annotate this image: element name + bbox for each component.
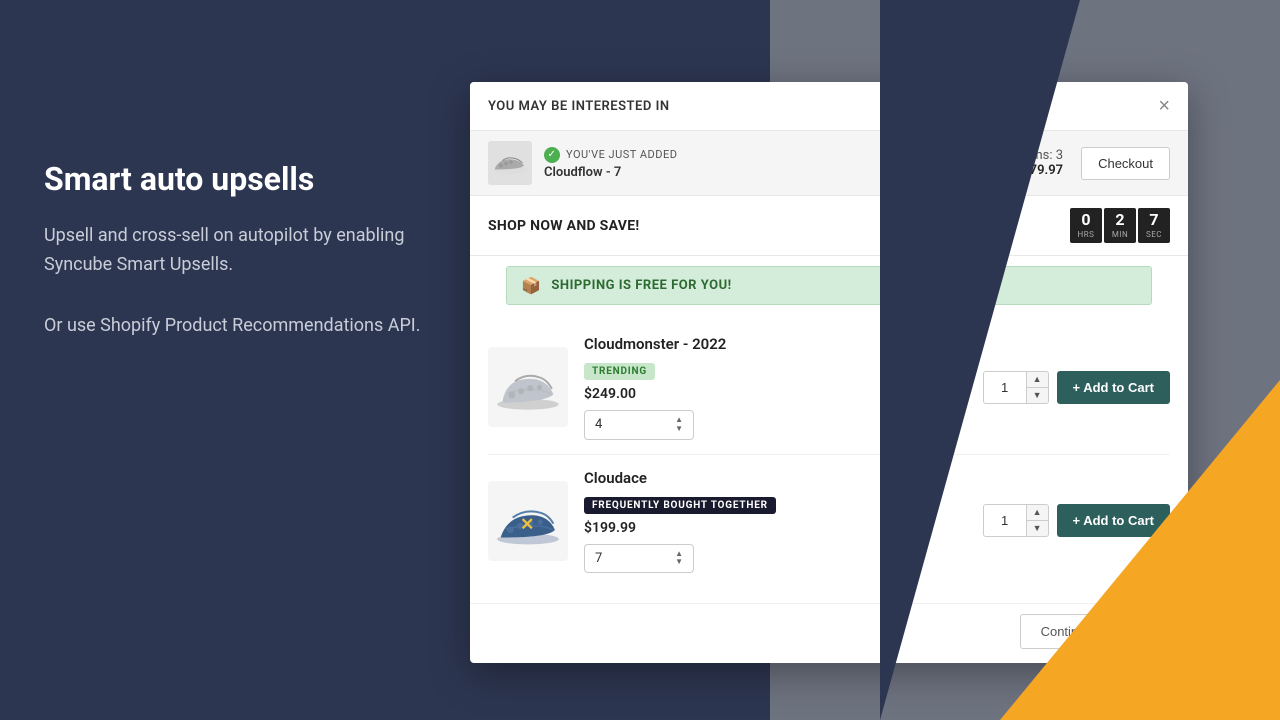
shipping-banner-wrapper: 📦 SHIPPING IS FREE FOR YOU! xyxy=(470,256,1188,311)
product-1-badge: TRENDING xyxy=(584,363,655,380)
product-2-shoe-icon xyxy=(492,496,564,546)
left-paragraph-2: Or use Shopify Product Recommendations A… xyxy=(44,312,424,341)
bg-yellow-triangle xyxy=(1000,380,1280,720)
minutes-label: MIN xyxy=(1112,230,1128,239)
hours-label: HRS xyxy=(1078,230,1095,239)
product-2-size-value: 7 xyxy=(595,551,602,566)
shipping-text: SHIPPING IS FREE FOR YOU! xyxy=(551,278,731,293)
cart-bar-left: ✓ YOU'VE JUST ADDED Cloudflow - 7 xyxy=(488,141,677,185)
left-paragraph-1: Upsell and cross-sell on autopilot by en… xyxy=(44,222,424,280)
size-select-arrows: ▲ ▼ xyxy=(675,416,683,434)
product-2-image xyxy=(488,481,568,561)
countdown-timer: 0 HRS 2 MIN 7 SEC xyxy=(1070,208,1170,243)
shop-now-text: SHOP NOW AND SAVE! xyxy=(488,218,639,234)
product-1-image xyxy=(488,347,568,427)
countdown-seconds: 7 SEC xyxy=(1138,208,1170,243)
product-2-size-select[interactable]: 7 ▲ ▼ xyxy=(584,544,694,574)
close-button[interactable]: × xyxy=(1158,96,1170,116)
product-1-size-value: 4 xyxy=(595,417,602,432)
modal-title: YOU MAY BE INTERESTED IN xyxy=(488,99,670,114)
check-icon: ✓ xyxy=(544,147,560,163)
product-1-shoe-icon xyxy=(492,362,564,412)
left-heading: Smart auto upsells xyxy=(44,160,424,198)
countdown-minutes: 2 MIN xyxy=(1104,208,1136,243)
cart-bar: ✓ YOU'VE JUST ADDED Cloudflow - 7 Cart i… xyxy=(470,131,1188,196)
size-select-arrows-2: ▲ ▼ xyxy=(675,550,683,568)
checkout-button[interactable]: Checkout xyxy=(1081,147,1170,180)
hours-value: 0 xyxy=(1081,212,1090,228)
seconds-label: SEC xyxy=(1146,230,1162,239)
shop-now-bar: SHOP NOW AND SAVE! 0 HRS 2 MIN 7 SEC xyxy=(470,196,1188,256)
cart-added-info: ✓ YOU'VE JUST ADDED Cloudflow - 7 xyxy=(544,147,677,180)
modal-header: YOU MAY BE INTERESTED IN × xyxy=(470,82,1188,131)
cart-product-name: Cloudflow - 7 xyxy=(544,165,677,180)
minutes-value: 2 xyxy=(1115,212,1124,228)
cart-added-label: ✓ YOU'VE JUST ADDED xyxy=(544,147,677,163)
cart-product-thumbnail xyxy=(488,141,532,185)
product-2-badge: FREQUENTLY BOUGHT TOGETHER xyxy=(584,497,776,514)
seconds-value: 7 xyxy=(1149,212,1158,228)
shipping-icon: 📦 xyxy=(521,276,541,295)
left-panel: Smart auto upsells Upsell and cross-sell… xyxy=(44,160,424,373)
cart-shoe-icon xyxy=(490,149,530,177)
product-1-size-select[interactable]: 4 ▲ ▼ xyxy=(584,410,694,440)
